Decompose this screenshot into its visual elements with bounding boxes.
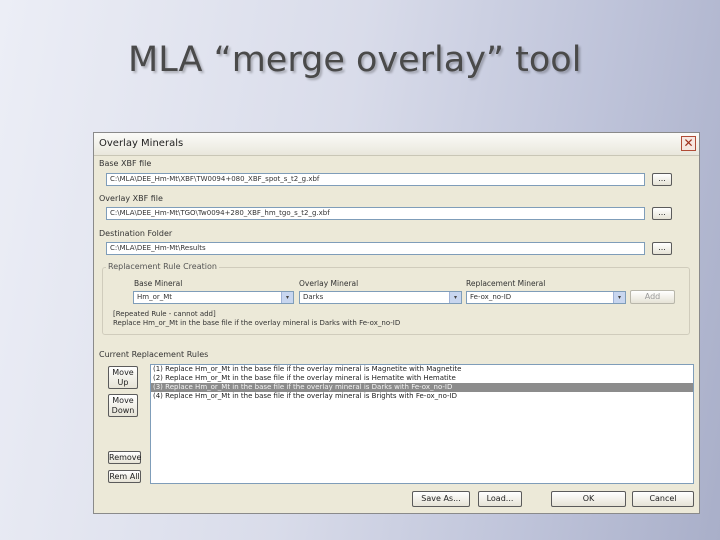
replacement-mineral-label: Replacement Mineral: [466, 279, 546, 288]
close-icon[interactable]: ✕: [681, 136, 696, 151]
overlay-xbf-input[interactable]: C:\MLA\DEE_Hm-Mt\TGO\Tw0094+280_XBF_hm_t…: [106, 207, 645, 220]
base-xbf-label: Base XBF file: [99, 159, 152, 168]
rule-creation-group-title: Replacement Rule Creation: [106, 262, 219, 271]
move-down-label-line2: Down: [111, 406, 135, 415]
destination-folder-input[interactable]: C:\MLA\DEE_Hm-Mt\Results: [106, 242, 645, 255]
slide-title: MLA “merge overlay” tool: [128, 40, 582, 80]
move-up-label-line1: Move: [112, 368, 134, 377]
base-xbf-input[interactable]: C:\MLA\DEE_Hm-Mt\XBF\TW0094+080_XBF_spot…: [106, 173, 645, 186]
destination-folder-label: Destination Folder: [99, 229, 173, 238]
base-mineral-value: Hm_or_Mt: [137, 293, 173, 301]
dialog-titlebar[interactable]: Overlay Minerals ✕: [94, 133, 699, 156]
base-mineral-label: Base Mineral: [134, 279, 183, 288]
add-rule-button[interactable]: Add: [630, 290, 675, 304]
base-xbf-browse-button[interactable]: ...: [652, 173, 672, 186]
current-rules-list[interactable]: (1) Replace Hm_or_Mt in the base file if…: [150, 364, 694, 484]
replacement-mineral-value: Fe-ox_no-ID: [470, 293, 512, 301]
list-item-selected[interactable]: (3) Replace Hm_or_Mt in the base file if…: [151, 383, 693, 392]
cancel-button[interactable]: Cancel: [632, 491, 694, 507]
dialog-title: Overlay Minerals: [99, 138, 184, 149]
move-down-label-line1: Move: [112, 396, 134, 405]
list-item[interactable]: (4) Replace Hm_or_Mt in the base file if…: [151, 392, 693, 401]
current-rules-label: Current Replacement Rules: [99, 350, 209, 359]
move-up-button[interactable]: Move Up: [108, 366, 138, 389]
replacement-mineral-select[interactable]: Fe-ox_no-ID ▾: [466, 291, 626, 304]
ok-button[interactable]: OK: [551, 491, 626, 507]
list-item[interactable]: (2) Replace Hm_or_Mt in the base file if…: [151, 374, 693, 383]
overlay-mineral-value: Darks: [303, 293, 324, 301]
load-button[interactable]: Load...: [478, 491, 522, 507]
destination-browse-button[interactable]: ...: [652, 242, 672, 255]
list-item[interactable]: (1) Replace Hm_or_Mt in the base file if…: [151, 365, 693, 374]
remove-all-button[interactable]: Rem All: [108, 470, 141, 483]
move-down-button[interactable]: Move Down: [108, 394, 138, 417]
overlay-xbf-browse-button[interactable]: ...: [652, 207, 672, 220]
rule-description-text: Replace Hm_or_Mt in the base file if the…: [113, 319, 401, 327]
base-mineral-select[interactable]: Hm_or_Mt ▾: [133, 291, 294, 304]
move-up-label-line2: Up: [117, 378, 129, 387]
overlay-minerals-dialog: Overlay Minerals ✕ Base XBF file C:\MLA\…: [93, 132, 700, 514]
overlay-mineral-label: Overlay Mineral: [299, 279, 359, 288]
overlay-mineral-select[interactable]: Darks ▾: [299, 291, 462, 304]
overlay-xbf-label: Overlay XBF file: [99, 194, 163, 203]
chevron-down-icon[interactable]: ▾: [281, 292, 293, 303]
save-as-button[interactable]: Save As...: [412, 491, 470, 507]
rule-status-text: [Repeated Rule - cannot add]: [113, 310, 216, 318]
remove-button[interactable]: Remove: [108, 451, 141, 464]
chevron-down-icon[interactable]: ▾: [613, 292, 625, 303]
chevron-down-icon[interactable]: ▾: [449, 292, 461, 303]
